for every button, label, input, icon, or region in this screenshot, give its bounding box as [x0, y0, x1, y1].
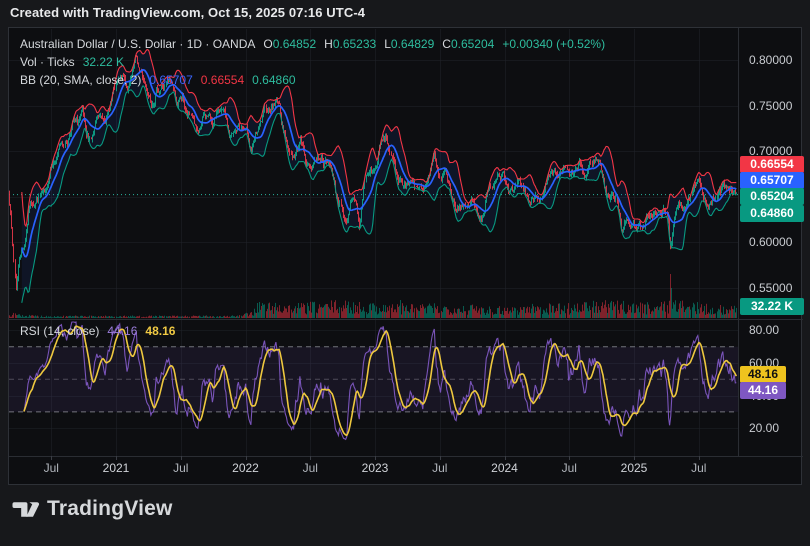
price-axis-badge: 0.64860: [740, 204, 804, 222]
ohlc-low: L 0.64829: [384, 37, 435, 51]
rsi-ma-value: 48.16: [145, 324, 176, 338]
change-value: +0.00340 (+0.52%): [502, 37, 606, 51]
attribution-bar: Created with TradingView.com, Oct 15, 20…: [0, 0, 810, 27]
price-axis-badge: 0.65707: [740, 171, 804, 189]
bb-label: BB (20, SMA, close, 2): [20, 73, 142, 87]
rsi-axis-tick: 20.00: [749, 421, 780, 436]
price-axis-badge: 0.66554: [740, 155, 804, 173]
attribution-text: Created with TradingView.com, Oct 15, 20…: [10, 5, 366, 20]
time-axis-label: Jul: [302, 461, 318, 475]
bb-basis-value: 0.65707: [149, 73, 193, 87]
price-axis-tick: 0.60000: [749, 235, 793, 249]
volume-value: 32.22 K: [82, 55, 125, 69]
chart-canvas[interactable]: [9, 28, 803, 486]
time-axis-label: 2022: [232, 461, 259, 475]
price-axis-badge: 0.65204: [740, 188, 804, 205]
time-axis-label: Jul: [561, 461, 577, 475]
rsi-label: RSI (14, close): [20, 324, 100, 338]
ohlc-close: C 0.65204: [442, 37, 495, 51]
symbol-title: Australian Dollar / U.S. Dollar · 1D · O…: [20, 37, 256, 51]
ohlc-open: O 0.64852: [263, 37, 317, 51]
time-axis-label: Jul: [691, 461, 707, 475]
rsi-axis-badge: 48.16: [740, 365, 786, 383]
tradingview-logo-icon: [12, 501, 40, 517]
volume-label: Vol · Ticks: [20, 55, 75, 69]
tradingview-logo-text: TradingView: [47, 497, 173, 520]
time-axis-label: 2025: [620, 461, 648, 475]
price-axis-tick: 0.55000: [749, 280, 793, 295]
bb-upper-value: 0.66554: [200, 73, 245, 87]
time-axis-label: 2023: [361, 461, 389, 475]
rsi-axis-tick: 80.00: [749, 323, 780, 338]
time-axis-label: Jul: [432, 461, 448, 475]
time-axis-label: 2021: [102, 461, 130, 475]
time-axis-label: 2024: [491, 461, 518, 475]
ohlc-high: H 0.65233: [324, 37, 377, 51]
tradingview-snapshot: { "attribution": "Created with TradingVi…: [0, 0, 810, 546]
volume-legend: Vol · Ticks 32.22 K: [20, 55, 124, 69]
rsi-value: 44.16: [107, 324, 138, 338]
tradingview-logo[interactable]: TradingView: [12, 497, 173, 521]
bb-legend: BB (20, SMA, close, 2) 0.65707 0.66554 0…: [20, 73, 296, 87]
time-axis-label: Jul: [173, 461, 189, 475]
time-axis-label: Jul: [43, 461, 59, 475]
chart-widget[interactable]: Australian Dollar / U.S. Dollar · 1D · O…: [8, 27, 804, 486]
rsi-axis-badge: 44.16: [740, 382, 786, 399]
rsi-legend: RSI (14, close) 44.16 48.16: [20, 324, 175, 338]
bb-lower-value: 0.64860: [252, 73, 296, 87]
price-axis-tick: 0.80000: [749, 53, 793, 67]
symbol-legend: Australian Dollar / U.S. Dollar · 1D · O…: [20, 37, 605, 51]
price-axis-tick: 0.75000: [749, 98, 793, 113]
price-axis-badge: 32.22 K: [740, 297, 804, 315]
